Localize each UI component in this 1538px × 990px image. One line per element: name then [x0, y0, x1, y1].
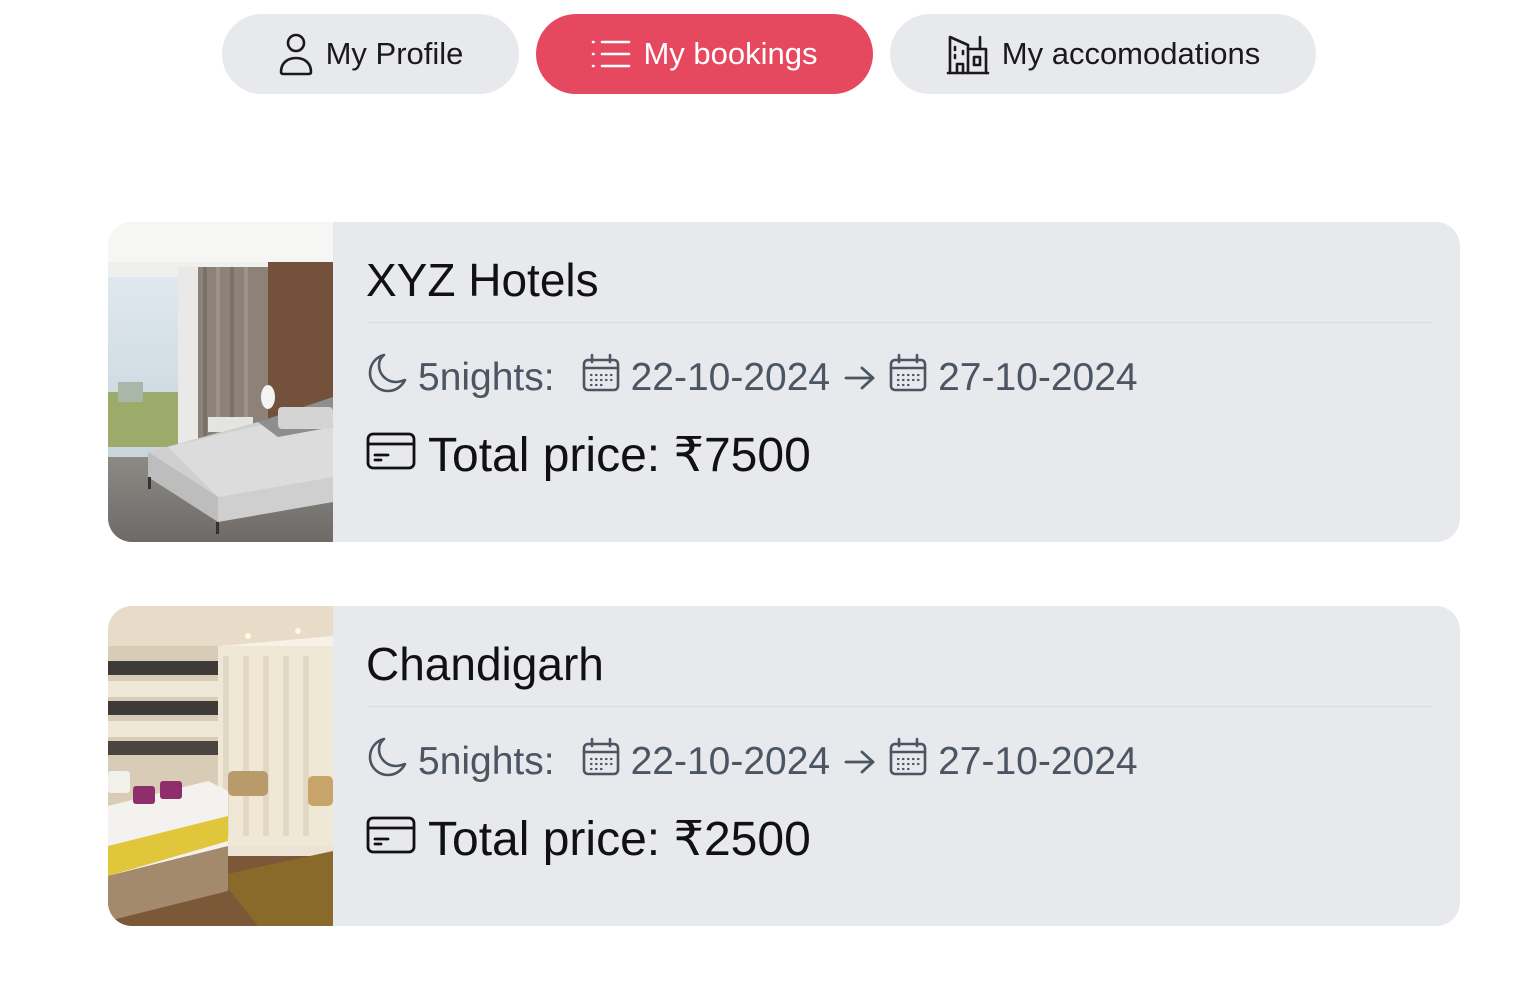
booking-card[interactable]: Chandigarh 5nights: 22-10-2024 27-10-202… [108, 606, 1460, 926]
calendar-icon [888, 353, 928, 403]
hotel-room-photo [108, 222, 333, 542]
bookings-list: XYZ Hotels 5nights: 22-10-2024 27-10-202… [108, 222, 1460, 990]
list-icon [591, 38, 631, 70]
tab-my-accomodations[interactable]: My accomodations [890, 14, 1316, 94]
arrow-right-icon [844, 365, 876, 391]
nights-count: 5nights: [418, 740, 555, 783]
booking-price: Total price: ₹7500 [366, 425, 1432, 485]
booking-card[interactable]: XYZ Hotels 5nights: 22-10-2024 27-10-202… [108, 222, 1460, 542]
calendar-icon [888, 737, 928, 787]
building-icon [946, 33, 990, 75]
check-in-date: 22-10-2024 [630, 740, 831, 783]
calendar-icon [581, 737, 621, 787]
tab-my-bookings[interactable]: My bookings [536, 14, 873, 94]
check-in-date: 22-10-2024 [630, 356, 831, 399]
calendar-icon [581, 353, 621, 403]
booking-price: Total price: ₹2500 [366, 809, 1432, 869]
booking-details: XYZ Hotels 5nights: 22-10-2024 27-10-202… [333, 222, 1460, 542]
credit-card-icon [366, 428, 416, 483]
check-out-date: 27-10-2024 [938, 740, 1138, 783]
credit-card-icon [366, 812, 416, 867]
arrow-right-icon [844, 749, 876, 775]
booking-title: Chandigarh [366, 634, 1432, 707]
booking-dates: 5nights: 22-10-2024 27-10-2024 [366, 737, 1432, 787]
moon-icon [366, 352, 410, 404]
moon-icon [366, 736, 410, 788]
account-nav: My Profile My bookings My accomodations [0, 14, 1538, 94]
tab-my-bookings-label: My bookings [643, 36, 818, 71]
total-price: Total price: ₹2500 [428, 813, 811, 866]
booking-dates: 5nights: 22-10-2024 27-10-2024 [366, 353, 1432, 403]
user-icon [278, 32, 314, 76]
check-out-date: 27-10-2024 [938, 356, 1138, 399]
tab-my-accomodations-label: My accomodations [1001, 36, 1261, 71]
total-price: Total price: ₹7500 [428, 429, 811, 482]
booking-details: Chandigarh 5nights: 22-10-2024 27-10-202… [333, 606, 1460, 926]
booking-title: XYZ Hotels [366, 250, 1432, 323]
hotel-room-photo [108, 606, 333, 926]
nights-count: 5nights: [418, 356, 555, 399]
tab-my-profile-label: My Profile [325, 36, 464, 71]
tab-my-profile[interactable]: My Profile [222, 14, 519, 94]
